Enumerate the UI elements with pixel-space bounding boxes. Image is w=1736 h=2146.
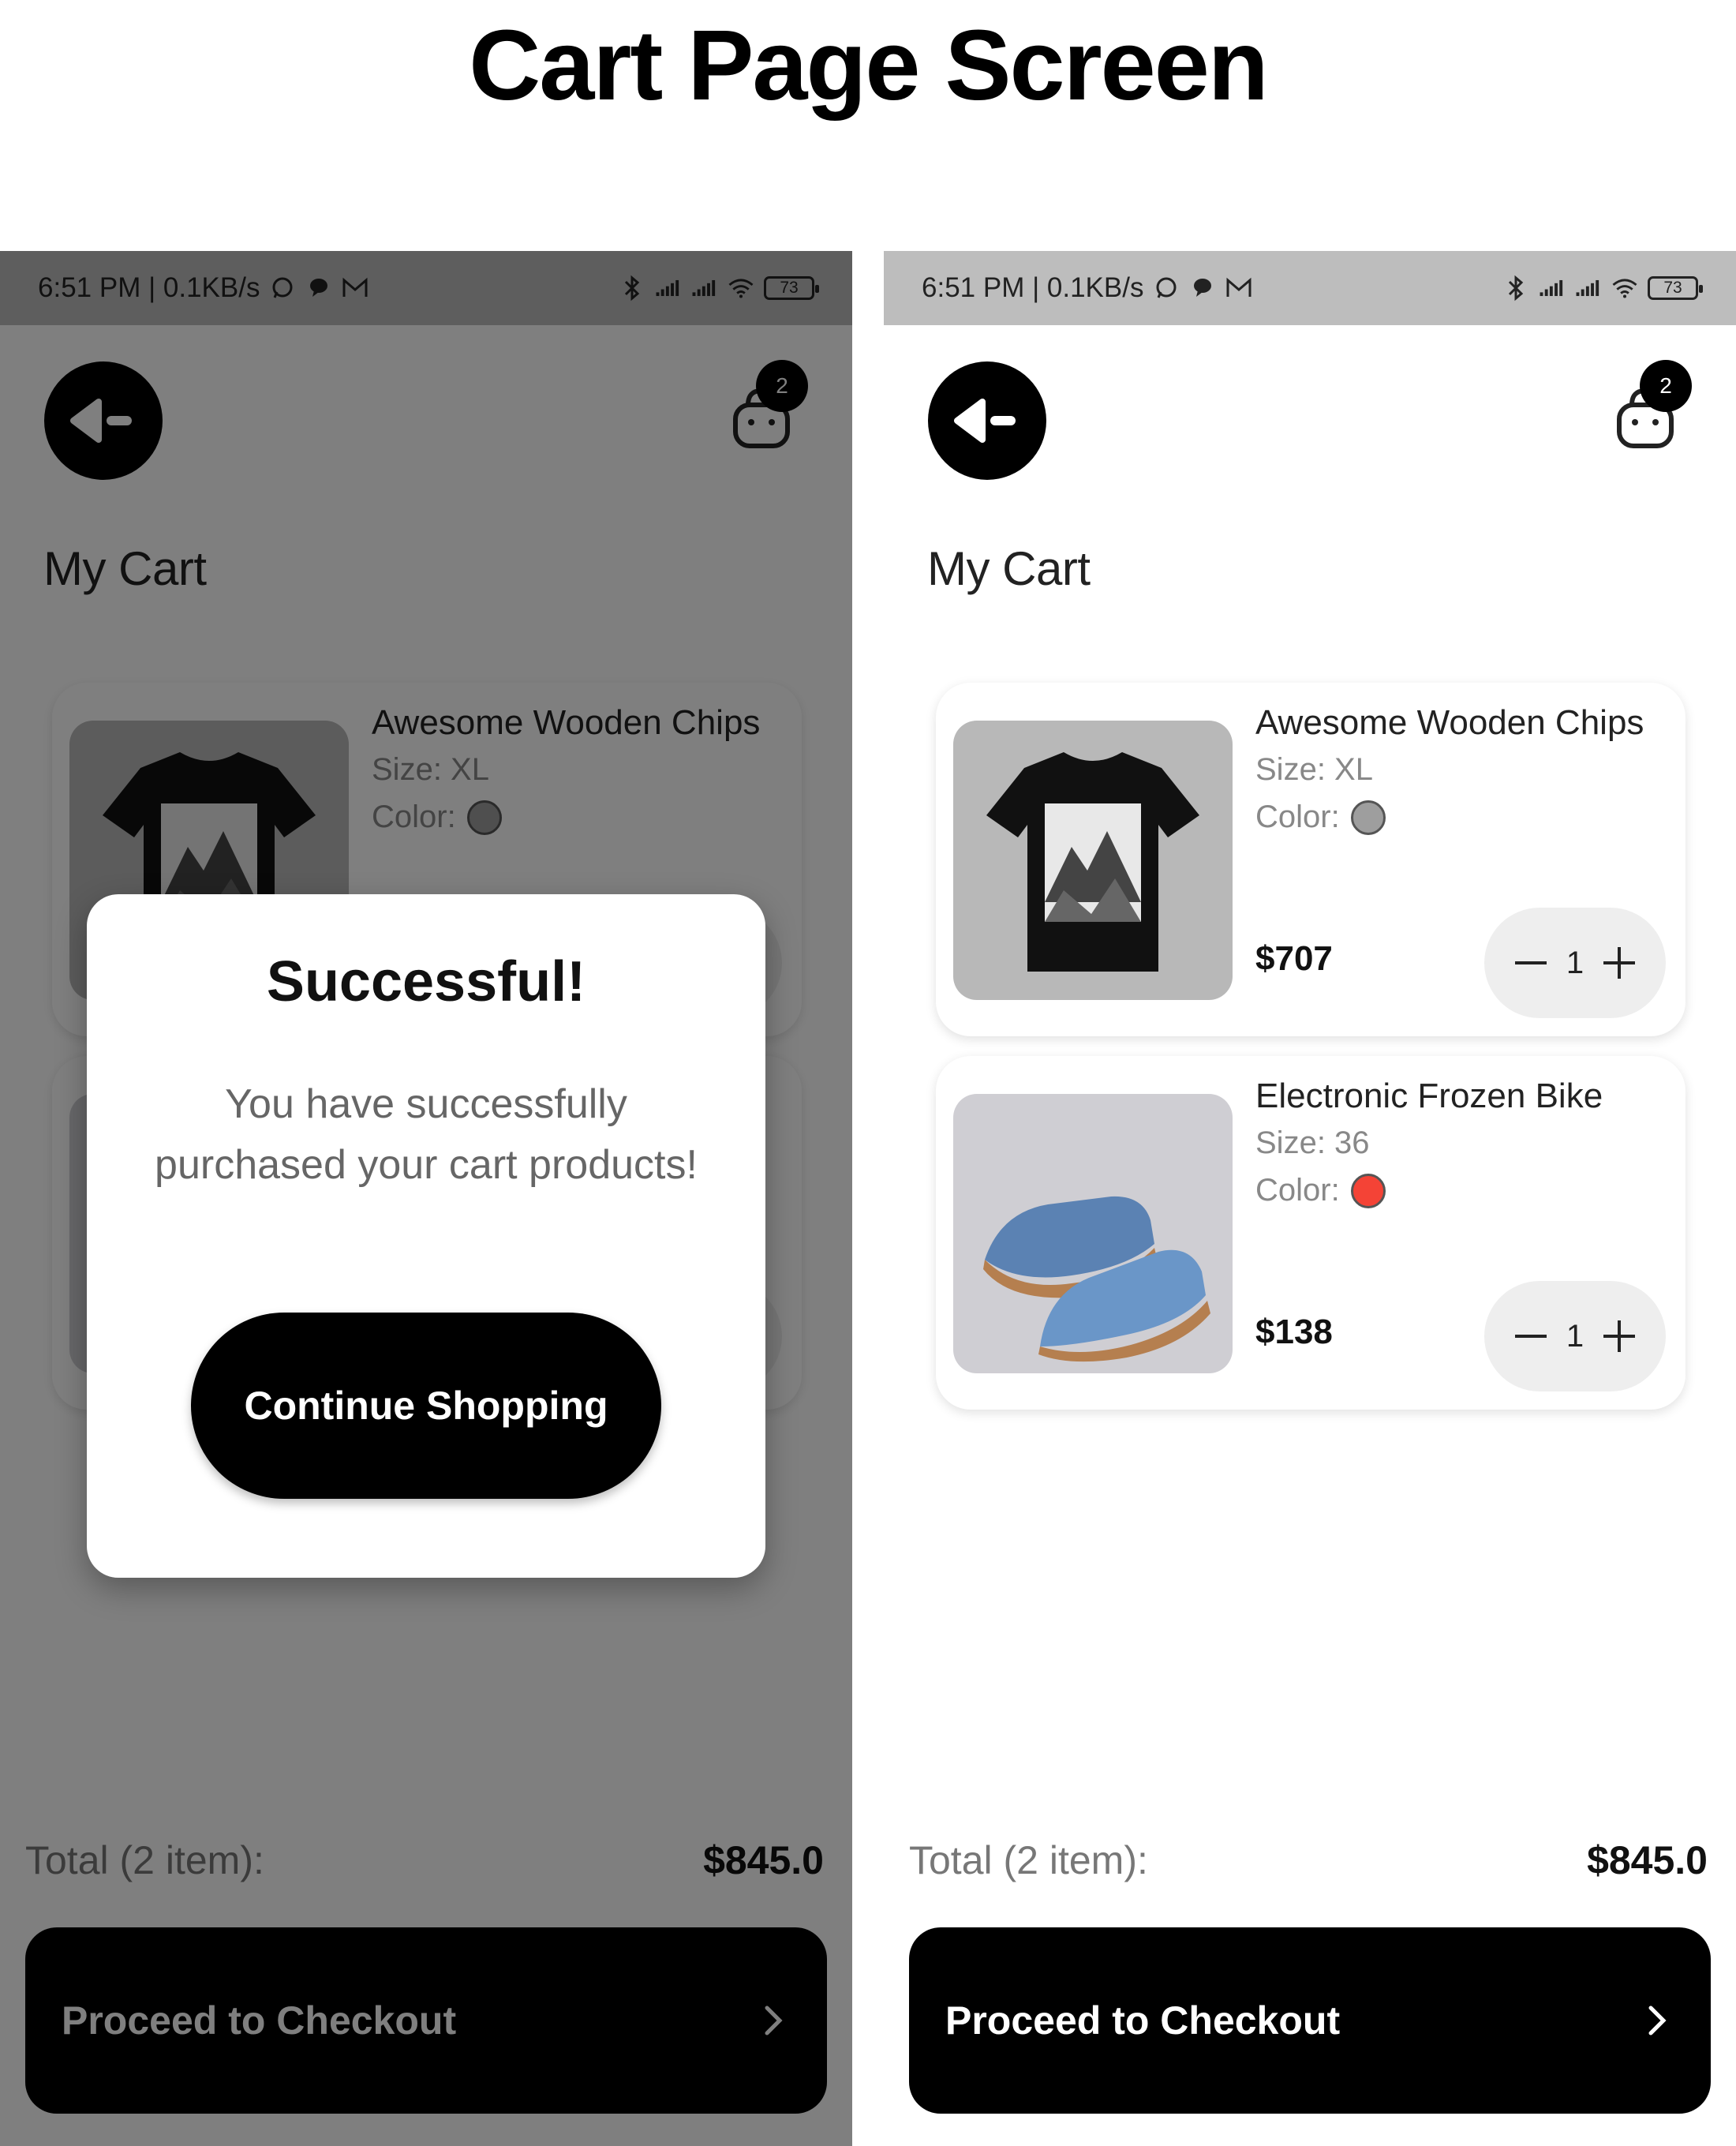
whatsapp-icon — [1153, 275, 1180, 301]
minus-icon[interactable] — [1509, 941, 1553, 985]
quantity-value: 1 — [1566, 945, 1584, 980]
color-label: Color: — [1255, 1173, 1340, 1208]
item-name: Awesome Wooden Chips — [1255, 703, 1644, 742]
phone-screen-success: 6:51 PM | 0.1KB/s 73 2 My Cart Awesome W… — [0, 251, 852, 2146]
total-label: Total (2 item): — [909, 1838, 1148, 1882]
dialog-message: You have successfully purchased your car… — [155, 1081, 698, 1188]
page-title: My Cart — [927, 542, 1091, 595]
total-value: $845.0 — [1587, 1838, 1708, 1882]
item-name: Electronic Frozen Bike — [1255, 1077, 1603, 1115]
continue-shopping-button[interactable]: Continue Shopping — [191, 1313, 661, 1499]
status-time: 6:51 PM | 0.1KB/s — [922, 272, 1144, 303]
quantity-value: 1 — [1566, 1318, 1584, 1354]
checkout-button[interactable]: Proceed to Checkout — [909, 1927, 1711, 2114]
cart-item-card[interactable]: Awesome Wooden Chips Size: XL Color: $70… — [936, 683, 1685, 1036]
chevron-right-icon — [1640, 2003, 1674, 2038]
cart-item-card[interactable]: Electronic Frozen Bike Size: 36 Color: $… — [936, 1056, 1685, 1410]
plus-icon[interactable] — [1597, 941, 1641, 985]
item-size: Size: XL — [1255, 752, 1373, 787]
cart-count-badge: 2 — [1640, 360, 1692, 412]
signal-icon — [1539, 275, 1566, 301]
shoe-image — [953, 1094, 1233, 1373]
checkout-label: Proceed to Checkout — [945, 1998, 1341, 2043]
bluetooth-icon — [1502, 275, 1529, 301]
phone-screen-cart: 6:51 PM | 0.1KB/s 73 2 My Cart Awesome W… — [884, 251, 1736, 2146]
color-swatch — [1350, 1173, 1386, 1208]
battery-level: 73 — [1663, 279, 1682, 297]
back-arrow-icon — [954, 399, 1016, 443]
color-label: Color: — [1255, 800, 1340, 834]
minus-icon[interactable] — [1509, 1314, 1553, 1358]
signal-icon — [1575, 275, 1602, 301]
status-bar: 6:51 PM | 0.1KB/s 73 — [884, 251, 1736, 325]
gmail-icon — [1225, 275, 1252, 301]
back-button[interactable] — [928, 361, 1046, 480]
page-heading: Cart Page Screen — [469, 9, 1269, 121]
item-price: $707 — [1255, 939, 1333, 978]
chat-icon — [1189, 275, 1216, 301]
battery-icon: 73 — [1648, 276, 1703, 300]
quantity-stepper: 1 — [1484, 908, 1666, 1018]
quantity-stepper: 1 — [1484, 1281, 1666, 1391]
item-size: Size: 36 — [1255, 1125, 1370, 1160]
item-price: $138 — [1255, 1313, 1333, 1351]
wifi-icon — [1611, 275, 1638, 301]
color-swatch — [1350, 800, 1386, 835]
plus-icon[interactable] — [1597, 1314, 1641, 1358]
item-color: Color: — [1255, 800, 1386, 835]
item-color: Color: — [1255, 1173, 1386, 1208]
tshirt-image — [953, 721, 1233, 1000]
dialog-title: Successful! — [266, 950, 586, 1013]
success-dialog: Successful! You have successfully purcha… — [87, 894, 765, 1578]
